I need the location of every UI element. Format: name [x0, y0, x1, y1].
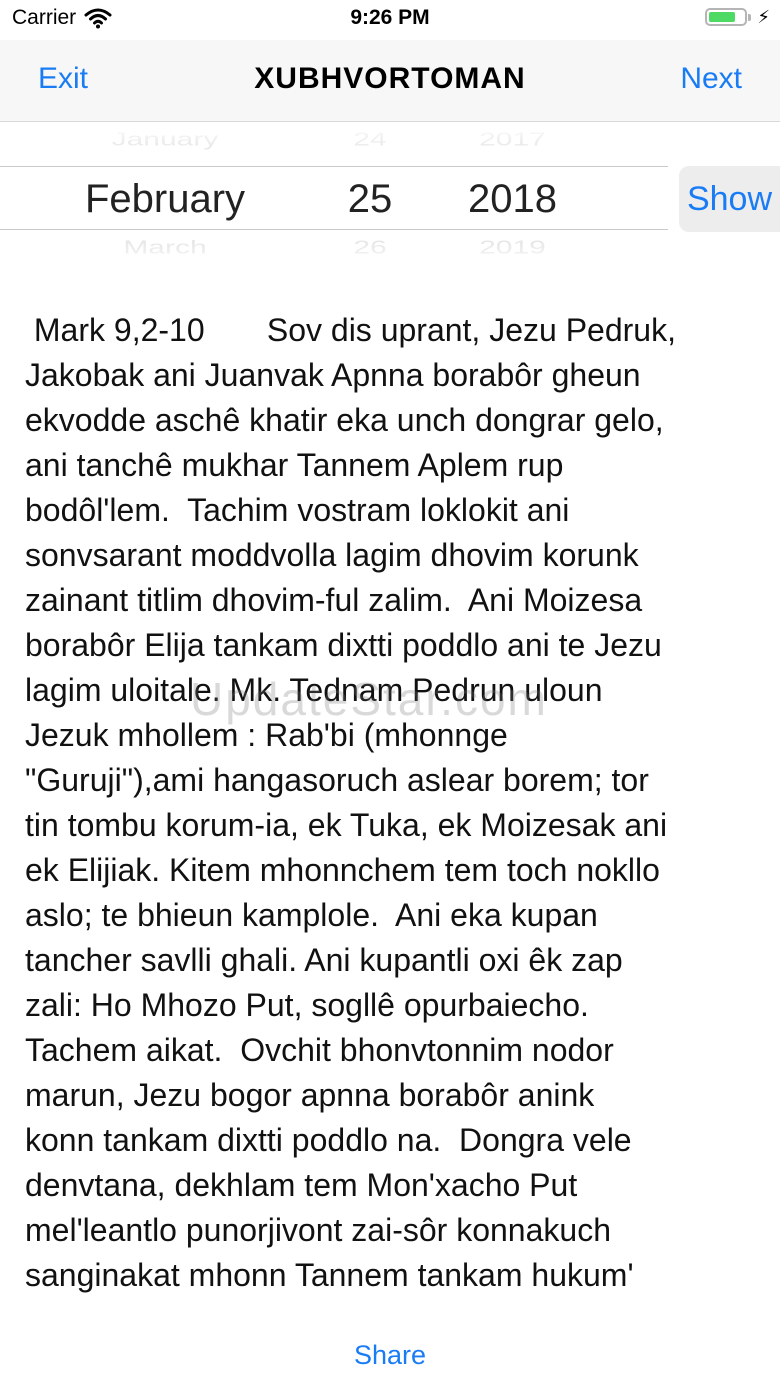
next-button[interactable]: Next: [680, 62, 742, 96]
reading-line: Jakobak ani Juanvak Apnna borabôr gheun: [25, 357, 641, 393]
reading-line: Mark 9,2-10 Sov dis uprant, Jezu Pedruk,: [25, 312, 676, 348]
reading-line: zali: Ho Mhozo Put, sogllê opurbaiecho.: [25, 987, 589, 1023]
reading-line: aslo; te bhieun kamplole. Ani eka kupan: [25, 897, 598, 933]
reading-line: tin tombu korum-ia, ek Tuka, ek Moizesak…: [25, 807, 668, 843]
picker-year-previous[interactable]: 2017: [440, 130, 585, 150]
reading-line: denvtana, dekhlam tem Mon'xacho Put: [25, 1167, 578, 1203]
reading-line: borabôr Elija tankam dixtti poddlo ani t…: [25, 627, 662, 663]
reading-text: Mark 9,2-10 Sov dis uprant, Jezu Pedruk,…: [25, 308, 760, 1298]
picker-month-selected[interactable]: February: [40, 177, 290, 222]
picker-day-next[interactable]: 26: [320, 238, 420, 258]
battery-tip: [748, 13, 752, 21]
reading-line: ani tanchê mukhar Tannem Aplem rup: [25, 447, 564, 483]
page-title: XUBHVORTOMAN: [254, 62, 526, 95]
reading-line: ekvodde aschê khatir eka unch dongrar ge…: [25, 402, 664, 438]
charging-bolt-icon: ⚡: [757, 7, 770, 27]
picker-row-next[interactable]: March 26 2019: [0, 238, 668, 262]
reading-line: zainant titlim dhovim-ful zalim. Ani Moi…: [25, 582, 643, 618]
battery-fill: [709, 12, 735, 22]
share-button[interactable]: Share: [354, 1340, 426, 1370]
picker-year-next[interactable]: 2019: [440, 238, 585, 258]
reading-line: Tachem aikat. Ovchit bhonvtonnim nodor: [25, 1032, 614, 1068]
battery-indicator: ⚡: [705, 8, 770, 26]
picker-row-selected[interactable]: February 25 2018: [0, 166, 668, 230]
date-picker[interactable]: January 24 2017 February 25 2018 March 2…: [0, 122, 668, 262]
share-bar: Share: [0, 1340, 780, 1371]
picker-month-next[interactable]: March: [40, 238, 290, 258]
exit-button[interactable]: Exit: [38, 62, 88, 96]
reading-line: konn tankam dixtti poddlo na. Dongra vel…: [25, 1122, 632, 1158]
picker-month-previous[interactable]: January: [40, 130, 290, 150]
reading-line: marun, Jezu bogor apnna borabôr anink: [25, 1077, 595, 1113]
show-button[interactable]: Show: [679, 166, 780, 232]
picker-year-selected[interactable]: 2018: [440, 177, 585, 222]
reading-line: lagim uloitale. Mk. Tednam Pedrun uloun: [25, 672, 603, 708]
reading-line: Jezuk mhollem : Rab'bi (mhonnge: [25, 717, 508, 753]
status-bar: Carrier 9:26 PM ⚡: [0, 0, 780, 40]
picker-day-previous[interactable]: 24: [320, 130, 420, 150]
reading-line: bodôl'lem. Tachim vostram loklokit ani: [25, 492, 570, 528]
picker-row-previous[interactable]: January 24 2017: [0, 130, 668, 154]
reading-line: tancher savlli ghali. Ani kupantli oxi ê…: [25, 942, 623, 978]
reading-line: sanginakat mhonn Tannem tankam hukum': [25, 1257, 634, 1293]
reading-line: sonvsarant moddvolla lagim dhovim korunk: [25, 537, 639, 573]
navigation-bar: Exit XUBHVORTOMAN Next: [0, 40, 780, 122]
picker-day-selected[interactable]: 25: [320, 177, 420, 222]
clock: 9:26 PM: [350, 6, 430, 29]
reading-line: mel'leantlo punorjivont zai-sôr konnakuc…: [25, 1212, 611, 1248]
battery-icon: [705, 8, 748, 26]
reading-line: ek Elijiak. Kitem mhonnchem tem toch nok…: [25, 852, 660, 888]
reading-line: "Guruji"),ami hangasoruch aslear borem; …: [25, 762, 649, 798]
